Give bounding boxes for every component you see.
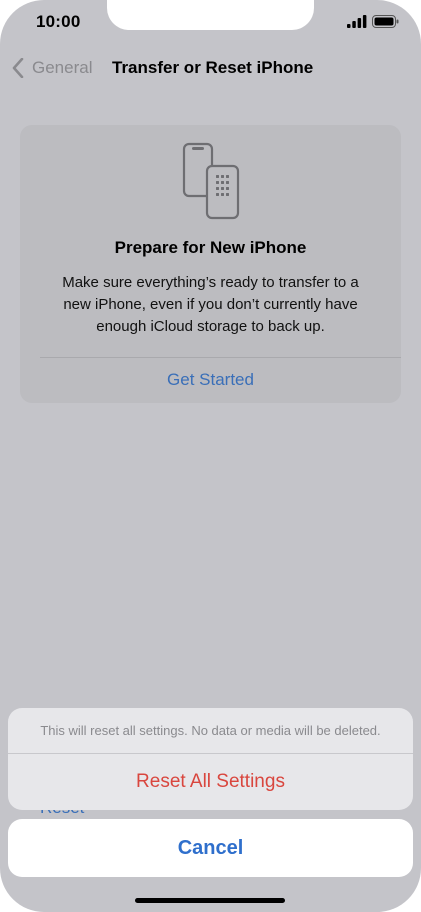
- cancel-button[interactable]: Cancel: [8, 819, 413, 877]
- card-description: Make sure everything’s ready to transfer…: [62, 274, 359, 335]
- phone-screen: 10:00 General Transfer or Reset iPhone P…: [0, 0, 421, 912]
- navigation-bar: General Transfer or Reset iPhone: [0, 48, 421, 88]
- status-bar: 10:00: [0, 0, 421, 46]
- notch: [107, 0, 314, 30]
- reset-all-settings-button[interactable]: Reset All Settings: [8, 754, 413, 810]
- status-time: 10:00: [36, 12, 81, 31]
- get-started-button[interactable]: Get Started: [20, 370, 401, 390]
- card-title: Prepare for New iPhone: [114, 238, 307, 257]
- card-divider: [40, 357, 401, 358]
- prepare-card: Prepare for New iPhone Make sure everyth…: [20, 125, 401, 403]
- action-sheet-message: This will reset all settings. No data or…: [40, 723, 381, 738]
- home-indicator[interactable]: [135, 898, 285, 903]
- phone-transfer-icon: [182, 142, 240, 220]
- chevron-left-icon: [12, 58, 24, 78]
- page-title: Transfer or Reset iPhone: [112, 58, 314, 77]
- action-sheet: This will reset all settings. No data or…: [8, 708, 413, 810]
- battery-icon: [372, 15, 399, 28]
- back-button[interactable]: General: [12, 56, 92, 80]
- cellular-signal-icon: [347, 15, 367, 28]
- back-label: General: [32, 58, 93, 77]
